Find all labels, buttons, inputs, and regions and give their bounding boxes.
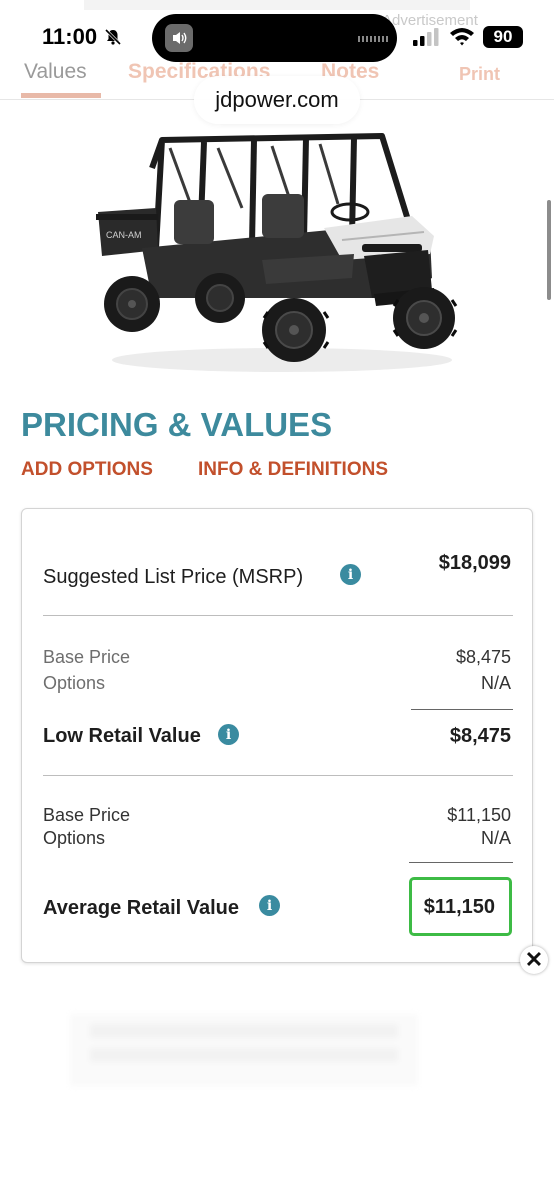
svg-text:CAN-AM: CAN-AM: [106, 230, 142, 240]
cell-signal-icon: [413, 28, 439, 46]
avg-retail-info-icon[interactable]: i: [259, 895, 280, 916]
avg-base-price-label: Base Price: [43, 805, 131, 825]
close-ad-button[interactable]: ✕: [520, 946, 548, 974]
status-time: 11:00: [42, 24, 98, 49]
pricing-card: Suggested List Price (MSRP) i $18,099 Ba…: [21, 508, 533, 963]
msrp-value: $18,099: [438, 552, 511, 574]
pricing-values-heading: PRICING & VALUES: [21, 406, 333, 443]
print-link[interactable]: Print: [459, 64, 500, 85]
low-retail-label: Low Retail Value: [43, 725, 201, 747]
battery-icon: 90: [483, 26, 523, 48]
add-options-link[interactable]: ADD OPTIONS: [21, 459, 153, 481]
audio-level-indicator: [358, 36, 388, 42]
subtotal-divider: [411, 709, 513, 710]
page-scrollbar[interactable]: [547, 200, 551, 300]
avg-base-price-value: $11,150: [447, 805, 511, 825]
low-retail-info-icon[interactable]: i: [218, 724, 239, 745]
speaker-icon: [165, 24, 193, 52]
divider: [43, 775, 513, 776]
subtotal-divider: [409, 862, 513, 863]
msrp-info-icon[interactable]: i: [340, 564, 361, 585]
low-retail-value: $8,475: [449, 725, 511, 747]
avg-retail-label: Average Retail Value: [43, 897, 240, 919]
low-options-value: N/A: [480, 673, 511, 693]
url-bar[interactable]: jdpower.com: [194, 76, 360, 124]
dynamic-island: [152, 14, 397, 62]
info-definitions-link[interactable]: INFO & DEFINITIONS: [198, 459, 388, 481]
ad-placeholder: [70, 1014, 418, 1086]
avg-options-label: Options: [43, 828, 106, 848]
close-icon: ✕: [524, 947, 544, 972]
avg-retail-value: $11,150: [423, 896, 495, 918]
wifi-icon: [450, 28, 474, 46]
vehicle-image: CAN-AM: [96, 133, 458, 372]
low-options-label: Options: [43, 673, 106, 693]
ad-banner-strip: [84, 0, 470, 10]
tab-values[interactable]: Values: [24, 60, 87, 84]
avg-options-value: N/A: [480, 828, 511, 848]
bell-muted-icon: [104, 28, 122, 46]
msrp-label: Suggested List Price (MSRP): [43, 566, 304, 588]
active-tab-indicator: [21, 93, 101, 98]
divider: [43, 615, 513, 616]
low-base-price-label: Base Price: [43, 647, 131, 667]
low-base-price-value: $8,475: [455, 647, 511, 667]
